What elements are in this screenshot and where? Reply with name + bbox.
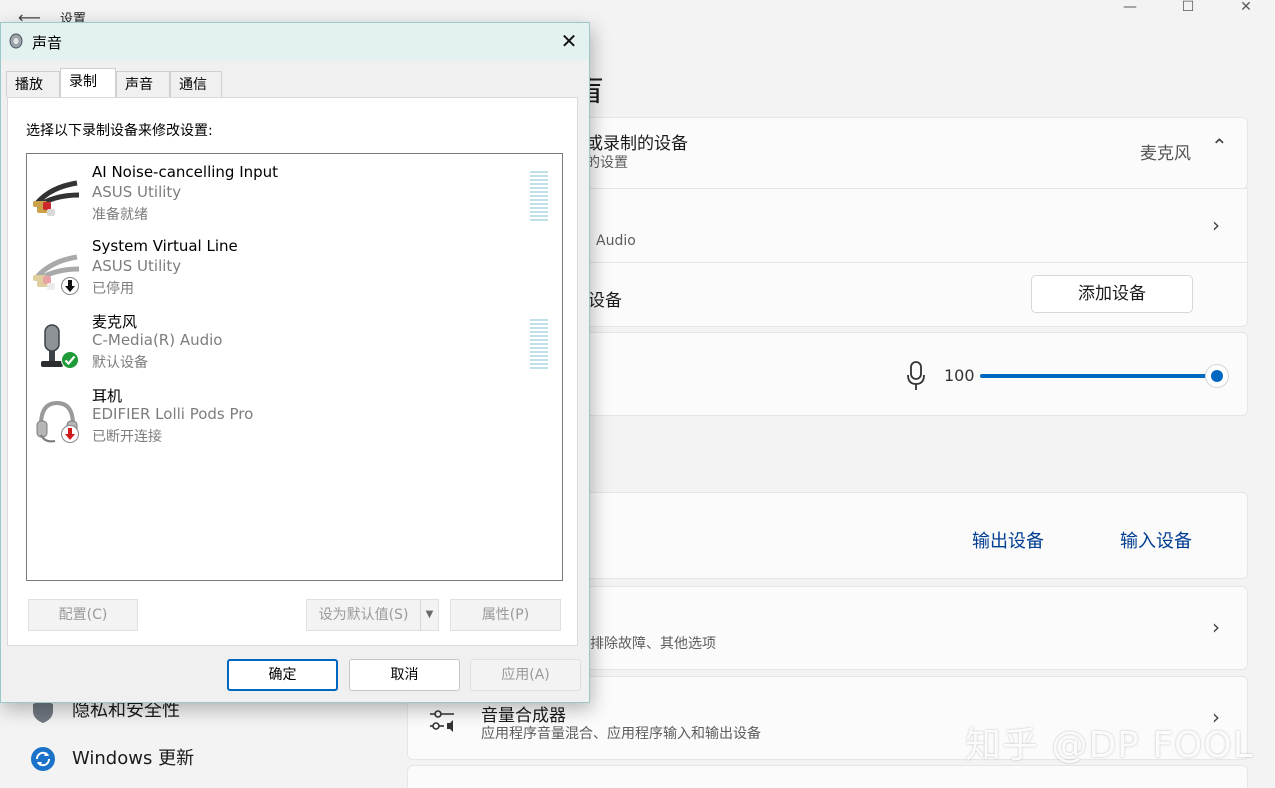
list-item[interactable]: 耳机 EDIFIER Lolli Pods Pro 已断开连接 xyxy=(27,385,562,459)
sidebar-item-windows-update[interactable]: Windows 更新 xyxy=(30,744,194,772)
sidebar-item-label: 隐私和安全性 xyxy=(72,700,180,721)
rca-cable-icon xyxy=(33,180,80,216)
minimize-icon[interactable]: — xyxy=(1101,0,1159,18)
device-name: 耳机 xyxy=(92,387,123,405)
ok-button[interactable]: 确定 xyxy=(227,659,338,691)
maximize-icon[interactable]: ☐ xyxy=(1159,0,1217,18)
list-item[interactable]: 麦克风 C-Media(R) Audio 默认设备 xyxy=(27,311,562,385)
close-icon[interactable]: ✕ xyxy=(552,27,586,55)
list-item[interactable]: System Virtual Line ASUS Utility 已停用 xyxy=(27,237,562,311)
input-device-link[interactable]: 输入设备 xyxy=(1120,527,1192,553)
chevron-right-icon: › xyxy=(1212,213,1220,237)
choose-device-subtitle: 的设置 xyxy=(586,155,628,171)
level-meter xyxy=(530,319,548,369)
tab-playback[interactable]: 播放 xyxy=(6,71,60,97)
watermark: 知乎 @DP FOOL xyxy=(965,725,1254,766)
device-provider: ASUS Utility xyxy=(92,257,182,275)
chevron-down-icon[interactable]: ▼ xyxy=(420,600,438,630)
default-check-badge-icon xyxy=(61,351,79,369)
mixer-icon xyxy=(430,710,454,732)
level-meter xyxy=(530,171,548,221)
speaker-icon xyxy=(9,33,23,49)
device-status: 准备就绪 xyxy=(92,207,148,223)
device-status: 已断开连接 xyxy=(92,429,162,445)
tab-sounds[interactable]: 声音 xyxy=(116,71,170,97)
selected-device-value: 麦克风 xyxy=(1140,144,1191,164)
choose-device-title: 或录制的设备 xyxy=(586,134,688,154)
apply-button[interactable]: 应用(A) xyxy=(470,659,581,691)
configure-button[interactable]: 配置(C) xyxy=(28,599,138,631)
set-default-button[interactable]: 设为默认值(S) ▼ xyxy=(306,599,439,631)
add-device-button[interactable]: 添加设备 xyxy=(1031,275,1193,313)
set-default-label: 设为默认值(S) xyxy=(318,607,409,623)
dialog-title: 声音 xyxy=(32,34,63,52)
volume-value: 100 xyxy=(944,366,975,385)
window-controls: — ☐ ✕ xyxy=(1101,0,1275,18)
list-item[interactable]: AI Noise-cancelling Input ASUS Utility 准… xyxy=(27,163,562,237)
volume-mixer-subtitle: 应用程序音量混合、应用程序输入和输出设备 xyxy=(481,726,761,742)
device-provider: C-Media(R) Audio xyxy=(92,331,223,349)
sidebar-item-label: Windows 更新 xyxy=(72,748,195,769)
disconnected-arrow-badge-icon xyxy=(61,425,79,443)
disabled-arrow-badge-icon xyxy=(61,277,79,295)
device-provider: EDIFIER Lolli Pods Pro xyxy=(92,405,254,423)
output-device-link[interactable]: 输出设备 xyxy=(972,527,1044,553)
microphone-icon xyxy=(907,361,925,390)
device-row-subtitle: Audio xyxy=(596,233,636,249)
sound-dialog: 声音 ✕ 播放 录制 声音 通信 选择以下录制设备来修改设置: AI Noise… xyxy=(0,22,590,703)
device-status: 默认设备 xyxy=(92,355,148,371)
recording-device-list[interactable]: AI Noise-cancelling Input ASUS Utility 准… xyxy=(26,153,563,581)
next-card xyxy=(407,765,1248,788)
more-settings-subtitle: 排除故障、其他选项 xyxy=(590,636,716,652)
device-name: System Virtual Line xyxy=(92,237,238,255)
recording-panel: 选择以下录制设备来修改设置: AI Noise-cancelling Input… xyxy=(7,97,578,646)
cancel-button[interactable]: 取消 xyxy=(349,659,460,691)
instruction-text: 选择以下录制设备来修改设置: xyxy=(26,123,213,139)
chevron-right-icon: › xyxy=(1212,615,1220,639)
chevron-up-icon[interactable]: ⌃ xyxy=(1211,134,1228,158)
add-device-label: 设备 xyxy=(588,291,622,311)
device-name: 麦克风 xyxy=(92,313,138,331)
tab-communications[interactable]: 通信 xyxy=(170,71,222,97)
volume-slider-track[interactable] xyxy=(980,374,1216,378)
windows-update-icon xyxy=(31,747,55,771)
device-status: 已停用 xyxy=(92,281,134,297)
dialog-titlebar[interactable]: 声音 ✕ xyxy=(1,23,589,60)
tab-recording[interactable]: 录制 xyxy=(60,68,116,98)
volume-slider-thumb[interactable] xyxy=(1205,364,1229,388)
device-provider: ASUS Utility xyxy=(92,183,182,201)
properties-button[interactable]: 属性(P) xyxy=(450,599,561,631)
close-icon[interactable]: ✕ xyxy=(1217,0,1275,18)
device-name: AI Noise-cancelling Input xyxy=(92,163,279,181)
